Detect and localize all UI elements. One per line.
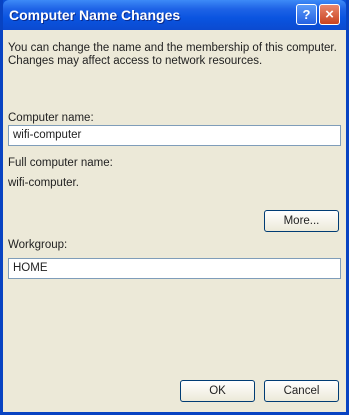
dialog-body: You can change the name and the membersh… <box>3 30 346 412</box>
full-computer-name-label: Full computer name: <box>8 157 113 169</box>
more-button[interactable]: More... <box>264 210 339 232</box>
workgroup-input[interactable]: HOME <box>8 258 341 279</box>
help-icon[interactable]: ? <box>296 4 317 25</box>
cancel-button[interactable]: Cancel <box>264 380 339 402</box>
close-icon[interactable]: × <box>319 4 340 25</box>
ok-button[interactable]: OK <box>180 380 255 402</box>
intro-text: You can change the name and the membersh… <box>8 42 337 67</box>
computer-name-input[interactable]: wifi-computer <box>8 125 341 146</box>
dialog-title: Computer Name Changes <box>9 7 181 23</box>
full-computer-name-value: wifi-computer. <box>8 177 79 189</box>
computer-name-label: Computer name: <box>8 112 94 124</box>
dialog-window: Computer Name Changes ? × You can change… <box>0 0 349 415</box>
workgroup-label: Workgroup: <box>8 239 68 251</box>
title-bar[interactable]: Computer Name Changes ? × <box>3 0 346 30</box>
